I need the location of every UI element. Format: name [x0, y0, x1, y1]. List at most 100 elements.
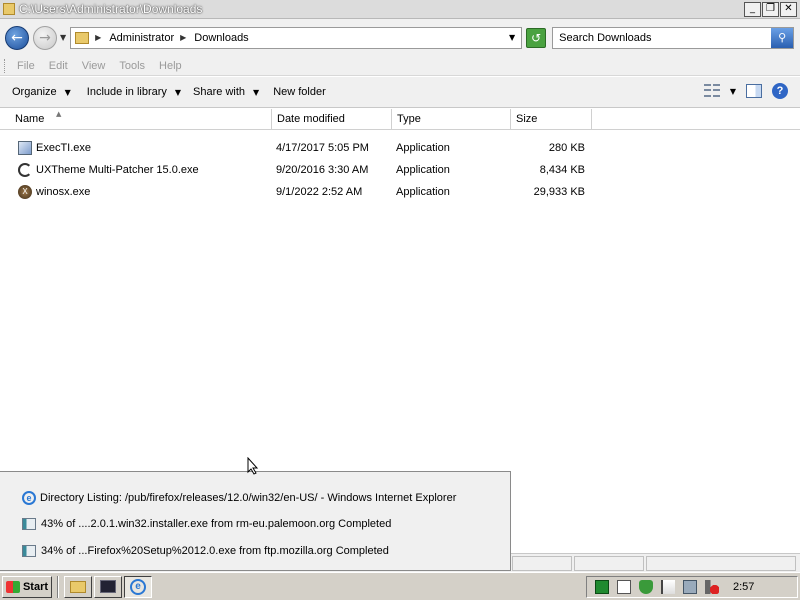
start-button[interactable]: Start	[2, 575, 52, 598]
back-button[interactable]: ←	[5, 25, 29, 50]
status-segment	[512, 556, 572, 571]
file-list: ExecTI.exe 4/17/2017 5:05 PM Application…	[0, 137, 800, 203]
breadcrumb-administrator[interactable]: Administrator	[109, 32, 174, 44]
file-row[interactable]: X winosx.exe 9/1/2022 2:52 AM Applicatio…	[0, 181, 800, 203]
security-shield-icon[interactable]	[639, 580, 653, 594]
organize-label: Organize	[12, 86, 57, 98]
download-icon	[22, 545, 36, 557]
taskbar-group-popup: e Directory Listing: /pub/firefox/releas…	[0, 471, 511, 571]
menu-grip	[4, 58, 7, 73]
column-name-label: Name	[15, 113, 45, 125]
windows-logo-icon	[5, 580, 20, 593]
share-with-label: Share with	[193, 86, 246, 98]
action-center-flag-icon[interactable]	[661, 580, 675, 594]
menu-help[interactable]: Help	[159, 60, 182, 72]
system-tray: 2:57	[586, 576, 798, 598]
chevron-down-icon: ▼	[64, 87, 71, 97]
file-size: 29,933 KB	[533, 186, 585, 198]
breadcrumb-downloads[interactable]: Downloads	[194, 32, 248, 44]
address-dropdown-icon[interactable]: ▼	[509, 33, 515, 42]
file-name: winosx.exe	[36, 186, 91, 198]
popup-item[interactable]: 34% of ...Firefox%20Setup%2012.0.exe fro…	[22, 545, 389, 557]
navigation-bar: ← → ▼ ▶ Administrator ▶ Downloads ▼ ↺ ⚲	[0, 19, 800, 56]
preview-pane-icon[interactable]	[746, 84, 762, 98]
menu-tools[interactable]: Tools	[119, 60, 145, 72]
column-header-name[interactable]: ▲ Name	[0, 109, 272, 130]
folder-icon	[75, 31, 90, 44]
window-controls: _ ❐ ✕	[744, 1, 797, 17]
refresh-button[interactable]: ↺	[526, 27, 547, 48]
file-date: 4/17/2017 5:05 PM	[276, 142, 369, 154]
menu-view[interactable]: View	[82, 60, 106, 72]
search-icon[interactable]: ⚲	[771, 27, 794, 48]
status-segment	[646, 556, 796, 571]
file-name-cell[interactable]: X winosx.exe	[18, 181, 90, 203]
popup-item-label: Directory Listing: /pub/firefox/releases…	[40, 492, 457, 504]
volume-muted-icon[interactable]	[705, 580, 719, 594]
recent-pages-dropdown[interactable]: ▼	[60, 33, 66, 42]
column-header-size[interactable]: Size	[511, 109, 592, 130]
change-view-icon[interactable]	[703, 84, 720, 98]
column-header-type[interactable]: Type	[392, 109, 511, 130]
new-folder-button[interactable]: New folder	[273, 86, 326, 98]
organize-button[interactable]: Organize ▼	[12, 86, 71, 98]
popup-item[interactable]: e Directory Listing: /pub/firefox/releas…	[22, 491, 456, 505]
taskbar-explorer-button[interactable]	[64, 575, 92, 598]
share-with-button[interactable]: Share with ▼	[193, 86, 259, 98]
menu-edit[interactable]: Edit	[49, 60, 68, 72]
file-name-cell[interactable]: UXTheme Multi-Patcher 15.0.exe	[18, 159, 199, 181]
uxtheme-app-icon	[18, 163, 32, 177]
chevron-right-icon[interactable]: ▶	[95, 33, 101, 42]
search-box: ⚲	[552, 26, 795, 49]
file-type: Application	[396, 186, 450, 198]
include-in-library-label: Include in library	[86, 86, 167, 98]
popup-item[interactable]: 43% of ....2.0.1.win32.installer.exe fro…	[22, 518, 391, 530]
folder-icon	[3, 3, 15, 15]
popup-item-label: 43% of ....2.0.1.win32.installer.exe fro…	[41, 518, 392, 530]
clock[interactable]: 2:57	[733, 581, 754, 593]
forward-button[interactable]: →	[33, 25, 57, 50]
view-options-dropdown[interactable]: ▼	[730, 87, 736, 96]
close-button[interactable]: ✕	[780, 1, 797, 17]
column-header-date-modified[interactable]: Date modified	[272, 109, 392, 130]
taskbar-cmd-button[interactable]	[94, 575, 122, 598]
file-name: ExecTI.exe	[36, 142, 92, 154]
chevron-down-icon: ▼	[253, 87, 260, 97]
folder-icon	[70, 580, 86, 593]
menu-file[interactable]: File	[17, 60, 35, 72]
taskbar-ie-button[interactable]: e	[124, 575, 152, 598]
download-icon	[22, 518, 36, 530]
title-bar[interactable]: C:\Users\Administrator\Downloads _ ❐ ✕	[0, 0, 800, 19]
new-folder-label: New folder	[273, 86, 326, 98]
exectl-app-icon	[18, 141, 32, 155]
chevron-right-icon[interactable]: ▶	[180, 33, 186, 42]
file-date: 9/1/2022 2:52 AM	[276, 186, 363, 198]
chevron-down-icon: ▼	[174, 87, 182, 97]
search-input[interactable]	[553, 28, 768, 47]
file-name-cell[interactable]: ExecTI.exe	[18, 137, 91, 159]
document-tray-icon[interactable]	[617, 580, 631, 594]
minimize-button[interactable]: _	[744, 1, 761, 17]
ie-icon: e	[22, 491, 36, 505]
address-bar[interactable]: ▶ Administrator ▶ Downloads ▼	[70, 26, 523, 49]
file-type: Application	[396, 164, 450, 176]
include-in-library-button[interactable]: Include in library ▼	[87, 86, 181, 98]
file-row[interactable]: UXTheme Multi-Patcher 15.0.exe 9/20/2016…	[0, 159, 800, 181]
command-prompt-icon	[100, 580, 116, 593]
app-tray-icon[interactable]	[595, 580, 609, 594]
help-icon[interactable]: ?	[772, 83, 788, 99]
file-size: 8,434 KB	[539, 164, 585, 176]
file-row[interactable]: ExecTI.exe 4/17/2017 5:05 PM Application…	[0, 137, 800, 159]
network-icon[interactable]	[683, 580, 697, 594]
taskbar-separator	[57, 575, 59, 598]
file-name: UXTheme Multi-Patcher 15.0.exe	[36, 164, 199, 176]
start-label: Start	[22, 580, 49, 593]
window-title: C:\Users\Administrator\Downloads	[19, 2, 203, 16]
explorer-window: C:\Users\Administrator\Downloads _ ❐ ✕ ←…	[0, 0, 800, 572]
view-controls: ▼ ?	[703, 83, 788, 99]
status-segment	[574, 556, 644, 571]
file-size: 280 KB	[548, 142, 585, 154]
column-header-row: ▲ Name Date modified Type Size	[0, 109, 800, 130]
maximize-button[interactable]: ❐	[762, 1, 779, 17]
file-date: 9/20/2016 3:30 AM	[276, 164, 369, 176]
